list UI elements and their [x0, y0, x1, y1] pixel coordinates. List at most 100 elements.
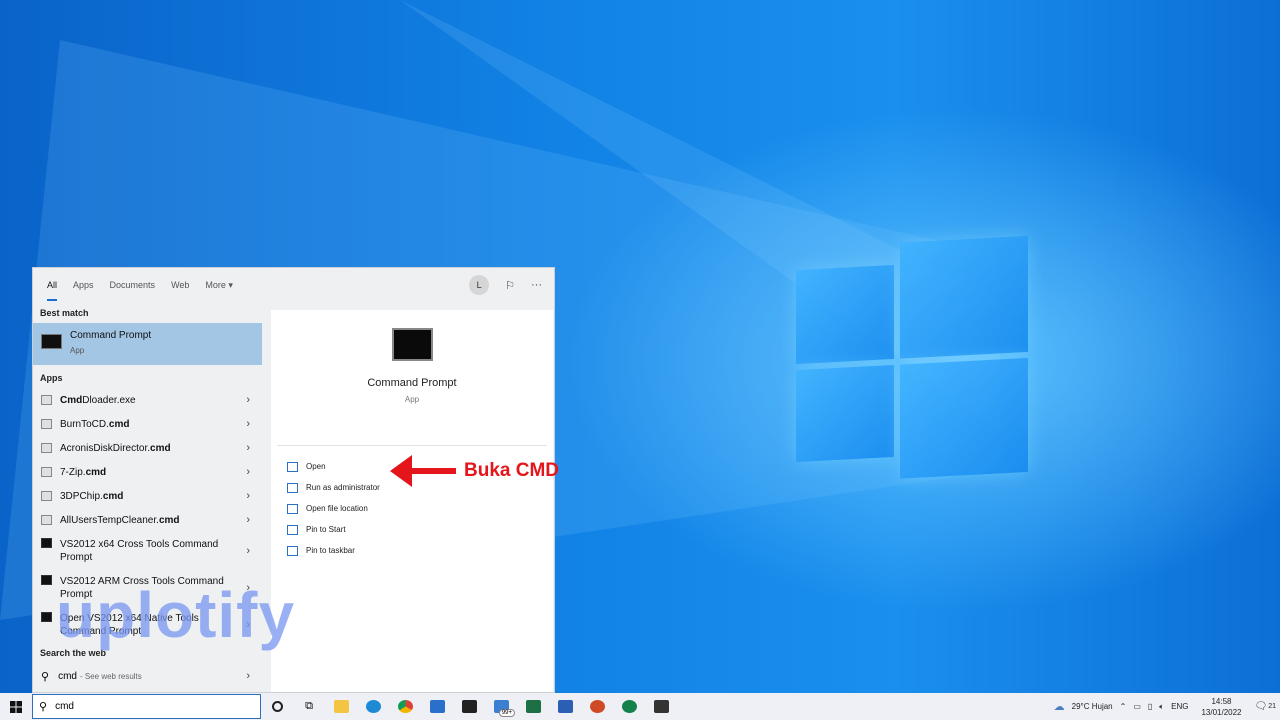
action-pin-to-start[interactable]: Pin to Start	[271, 519, 553, 540]
action-label: Open	[306, 462, 326, 471]
best-match-heading: Best match	[40, 308, 89, 318]
windows-logo-wallpaper	[796, 235, 1028, 484]
clock[interactable]: 14:58 13/01/2022	[1195, 696, 1247, 718]
search-input[interactable]: cmd	[55, 701, 74, 712]
word-icon	[557, 700, 573, 713]
list-item[interactable]: AllUsersTempCleaner.cmd ›	[33, 508, 262, 532]
web-hint: - See web results	[79, 671, 142, 681]
pin-icon	[287, 524, 298, 535]
list-item[interactable]: 7-Zip.cmd ›	[33, 460, 262, 484]
more-options-icon[interactable]: ···	[531, 279, 542, 291]
cortana-button[interactable]	[261, 693, 293, 720]
chrome-icon	[397, 700, 413, 713]
task-view-icon: ⧉	[305, 700, 313, 712]
list-item[interactable]: CmdDloader.exe ›	[33, 388, 262, 412]
battery-icon[interactable]: ▯	[1148, 702, 1152, 711]
edge-button[interactable]	[357, 693, 389, 720]
weather-text[interactable]: 29°C Hujan	[1072, 702, 1113, 711]
network-icon[interactable]: ▭	[1133, 702, 1141, 711]
app-icon	[621, 700, 637, 713]
tab-apps[interactable]: Apps	[65, 268, 102, 302]
scissors-icon	[653, 700, 669, 713]
script-icon	[41, 443, 52, 453]
action-label: Pin to taskbar	[306, 546, 355, 555]
tab-all[interactable]: All	[39, 268, 65, 302]
avatar[interactable]: L	[469, 275, 490, 295]
list-item[interactable]: VS2012 x64 Cross Tools Command Prompt ›	[33, 532, 262, 569]
chevron-right-icon[interactable]: ›	[246, 490, 250, 502]
folder-icon	[287, 503, 298, 514]
notification-count: 21	[1268, 703, 1276, 710]
chevron-up-icon[interactable]: ⌃	[1120, 702, 1127, 711]
command-prompt-large-icon	[391, 328, 433, 361]
item-label: 3DPChip.	[60, 490, 103, 502]
notification-icon[interactable]: 🗨︎	[1255, 701, 1268, 712]
store-icon	[429, 700, 445, 713]
chevron-right-icon[interactable]: ›	[246, 670, 250, 682]
excel-icon	[525, 700, 541, 713]
match-text: cmd	[102, 490, 124, 502]
tab-more[interactable]: More ▾	[197, 268, 241, 302]
item-label: Dloader.exe	[82, 394, 136, 406]
notion-button[interactable]	[453, 693, 485, 720]
store-button[interactable]	[421, 693, 453, 720]
weather-icon[interactable]: ☁	[1054, 700, 1065, 713]
match-text: Cmd	[60, 394, 83, 406]
snipping-tool-button[interactable]	[645, 693, 677, 720]
chevron-right-icon[interactable]: ›	[246, 545, 250, 557]
windows-icon	[10, 700, 22, 713]
chevron-right-icon[interactable]: ›	[246, 418, 250, 430]
volume-icon[interactable]: 🔈︎	[1159, 702, 1164, 712]
powerpoint-button[interactable]	[581, 693, 613, 720]
date: 13/01/2022	[1201, 707, 1242, 717]
chevron-right-icon[interactable]: ›	[246, 442, 250, 454]
watermark: uplotify	[56, 579, 296, 651]
start-button[interactable]	[0, 693, 32, 720]
script-icon	[41, 515, 52, 525]
best-match-command-prompt[interactable]: Command Prompt App	[33, 323, 262, 365]
web-search-result[interactable]: ⚲ cmd - See web results ›	[33, 663, 262, 689]
chevron-right-icon[interactable]: ›	[246, 514, 250, 526]
item-label: BurnToCD.	[60, 418, 109, 430]
terminal-icon	[41, 538, 52, 548]
action-pin-to-taskbar[interactable]: Pin to taskbar	[271, 540, 553, 561]
chevron-right-icon[interactable]: ›	[246, 466, 250, 478]
system-tray: ☁ 29°C Hujan ⌃ ▭ ▯ 🔈︎ ENG 14:58 13/01/20…	[1054, 696, 1280, 718]
edge-icon	[365, 700, 381, 713]
terminal-icon	[41, 575, 52, 585]
list-item[interactable]: AcronisDiskDirector.cmd ›	[33, 436, 262, 460]
taskbar-search-box[interactable]: ⚲ cmd	[32, 694, 261, 719]
tab-web[interactable]: Web	[163, 268, 197, 302]
language-indicator[interactable]: ENG	[1171, 702, 1188, 711]
red-arrow-icon	[390, 455, 456, 487]
tab-documents[interactable]: Documents	[102, 268, 164, 302]
best-match-title: Command Prompt	[70, 330, 152, 341]
match-text: cmd	[158, 514, 180, 526]
chevron-right-icon[interactable]: ›	[246, 394, 250, 406]
excel-button[interactable]	[517, 693, 549, 720]
word-button[interactable]	[549, 693, 581, 720]
list-item[interactable]: 3DPChip.cmd ›	[33, 484, 262, 508]
time: 14:58	[1211, 696, 1232, 706]
mail-button[interactable]: 99+	[485, 693, 517, 720]
action-label: Open file location	[306, 504, 368, 513]
terminal-icon	[41, 612, 52, 622]
preview-subtitle: App	[404, 395, 420, 404]
app-preview: Command Prompt App	[277, 328, 547, 446]
list-item[interactable]: BurnToCD.cmd ›	[33, 412, 262, 436]
chrome-button[interactable]	[389, 693, 421, 720]
app-icon	[41, 395, 52, 405]
circle-icon	[271, 701, 283, 712]
task-view-button[interactable]: ⧉	[293, 693, 325, 720]
action-open-file-location[interactable]: Open file location	[271, 498, 553, 519]
upwork-button[interactable]	[613, 693, 645, 720]
feedback-icon[interactable]: ⚐	[505, 279, 515, 292]
best-match-subtitle: App	[70, 346, 85, 355]
script-icon	[41, 467, 52, 477]
search-icon: ⚲	[41, 670, 50, 683]
file-explorer-button[interactable]	[325, 693, 357, 720]
mail-badge: 99+	[498, 709, 515, 717]
folder-icon	[333, 700, 349, 713]
item-label: AllUsersTempCleaner.	[60, 514, 159, 526]
script-icon	[41, 419, 52, 429]
